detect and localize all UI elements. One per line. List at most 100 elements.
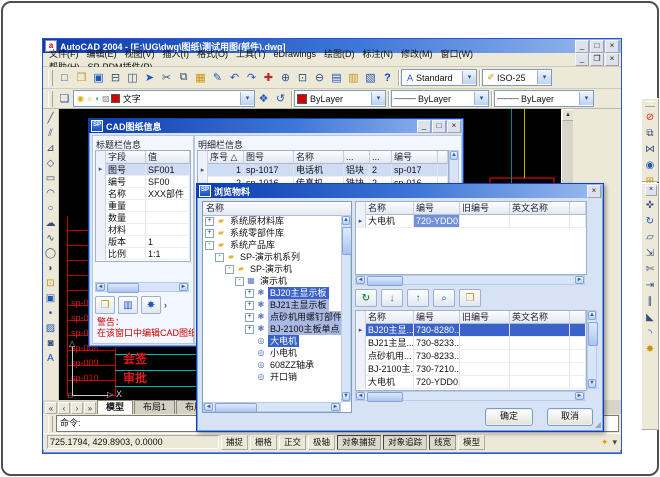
tree-expand-toggle[interactable]: - [235,277,244,286]
scroll-left-icon[interactable]: ◄ [96,283,105,291]
tree-item-label[interactable]: BJ21主显示板 [268,299,329,311]
menu-item[interactable]: 修改(M) [397,48,437,60]
tree-expand-toggle[interactable]: + [245,313,254,322]
chamfer-icon[interactable]: ◣ [643,310,658,324]
value-cell[interactable] [146,200,190,212]
ok-button[interactable]: 确定 [485,408,533,426]
scroll-thumb[interactable] [107,283,139,293]
tree-expand-toggle[interactable]: + [205,229,214,238]
tree-item[interactable]: ◎ 开口销 [203,371,341,383]
scroll-left-icon[interactable]: ◄ [356,276,365,284]
scroll-right-icon[interactable]: ► [575,392,584,400]
column-header[interactable]: 旧编号 [460,311,510,324]
scroll-right-icon[interactable]: ► [179,283,188,291]
color-combo[interactable]: ByLayer ▾ [294,90,386,107]
column-header[interactable]: 英文名称 [510,202,570,215]
toolbar-grip[interactable] [48,416,53,432]
copy-clip-icon[interactable]: ⧉ [175,69,192,86]
save-icon[interactable]: ▣ [90,69,107,86]
tree-expand-toggle[interactable]: - [215,253,224,262]
status-toggle[interactable]: 栅格 [250,435,277,450]
region-icon[interactable]: ◙ [43,336,58,351]
table-row[interactable]: 大电机 720-YDD0... [356,215,586,228]
pan-icon[interactable]: ✚ [260,69,277,86]
mirror-icon[interactable]: ⋈ [643,142,658,156]
tree-item[interactable]: - ▰ 系统产品库 [203,239,341,251]
explode-icon[interactable]: ✸ [643,342,658,356]
column-header[interactable]: 值 [146,151,190,164]
more-tools-icon[interactable]: › [164,300,167,310]
column-header[interactable]: 图号 [244,151,294,164]
ellipse-arc-icon[interactable]: ◗ [43,261,58,276]
scroll-thumb[interactable] [367,276,403,286]
status-toggle[interactable]: 线宽 [429,435,456,450]
scroll-thumb[interactable] [342,227,352,255]
tree-item[interactable]: + ❃ BJ20主显示板 [203,287,341,299]
table-row[interactable]: 图号 SF001 [96,164,190,176]
arc-icon[interactable]: ◠ [43,186,58,201]
tree-item[interactable]: + ❃ 点砂机用螺钉部件 [203,311,341,323]
column-header[interactable]: 名称 [366,311,414,324]
menu-item[interactable]: 插入(I) [159,48,194,60]
table-row[interactable]: 点砂机用... 730-8233... [356,350,586,363]
cut-icon[interactable]: ✂ [158,69,175,86]
menu-item[interactable]: 文件(F) [45,48,83,60]
status-toggle[interactable]: 对象追踪 [383,435,427,450]
construction-line-icon[interactable]: ⫽ [43,126,58,141]
column-header[interactable]: 序号 △ [208,151,244,164]
tree-item[interactable]: ◎ 大电机 [203,335,341,347]
tree-header[interactable]: 名称 [203,202,351,216]
layer-manager-icon[interactable]: ❏ [56,90,73,107]
insert-block-icon[interactable]: ⊡ [43,276,58,291]
tree-expand-toggle[interactable]: + [245,289,254,298]
menu-item[interactable]: 绘图(D) [320,48,359,60]
table-row[interactable]: BJ21主显... 730-8233... [356,337,586,350]
tree-expand-toggle[interactable]: - [225,265,234,274]
circle-icon[interactable]: ○ [43,201,58,216]
spline-icon[interactable]: ∿ [43,231,58,246]
tree-item-label[interactable]: 系统零部件库 [228,227,286,239]
tree-item-label[interactable]: 演示机 [258,275,289,287]
trim-icon[interactable]: ✄ [643,262,658,276]
column-header[interactable]: ... [344,151,370,164]
zoom-window-icon[interactable]: ⊡ [294,69,311,86]
open-record-icon[interactable]: ❒ [95,296,115,314]
tab-nav-icon[interactable]: » [84,402,96,414]
make-object-layer-current-icon[interactable]: ❖ [255,90,272,107]
horizontal-scrollbar[interactable]: ◄ ► [355,275,585,285]
tree-expand-toggle[interactable]: + [205,217,214,226]
column-header[interactable]: ... [370,151,392,164]
value-cell[interactable] [146,212,190,224]
mtext-icon[interactable]: A [43,351,58,366]
toolbar-grip[interactable] [48,70,53,86]
tree-item-label[interactable]: 系统原材料库 [228,215,286,227]
table-row[interactable]: 数量 [96,212,190,224]
break-icon[interactable]: ∥ [643,294,658,308]
undo-icon[interactable]: ↶ [226,69,243,86]
tree-item[interactable]: - ▦ 演示机 [203,275,341,287]
layer-previous-icon[interactable]: ↺ [272,90,289,107]
chevron-down-icon[interactable]: ▾ [462,71,476,84]
table-row[interactable]: 材料 [96,224,190,236]
cancel-button[interactable]: 取消 [547,408,593,426]
maximize-icon[interactable]: □ [432,120,446,133]
copy-object-icon[interactable]: ⧉ [643,126,658,140]
layer-combo[interactable]: ◉☼◐▨ 文字 ▾ [73,90,255,107]
column-header[interactable]: 字段 [106,151,146,164]
menu-item[interactable]: 窗口(W) [437,48,478,60]
communication-center-icon[interactable]: ✦ [601,437,609,448]
tree-item-label[interactable]: 小电机 [268,347,299,359]
ellipse-icon[interactable]: ◯ [43,246,58,261]
chevron-down-icon[interactable]: ▾ [579,92,593,105]
tab-nav-icon[interactable]: › [71,402,83,414]
value-cell[interactable]: SF001 [146,164,190,176]
horizontal-scrollbar[interactable]: ◄ ► [95,282,189,292]
designcenter-icon[interactable]: ▥ [345,69,362,86]
open-icon[interactable]: ❒ [73,69,90,86]
table-row[interactable]: BJ20主显... 730-8280... [356,324,586,337]
toolbar-grip[interactable] [645,101,655,107]
table-row[interactable]: 比例 1:1 [96,248,190,260]
status-menu-caret-icon[interactable]: ▾ [612,437,617,448]
make-block-icon[interactable]: ▣ [43,291,58,306]
doc-minimize-icon[interactable]: _ [575,53,589,66]
